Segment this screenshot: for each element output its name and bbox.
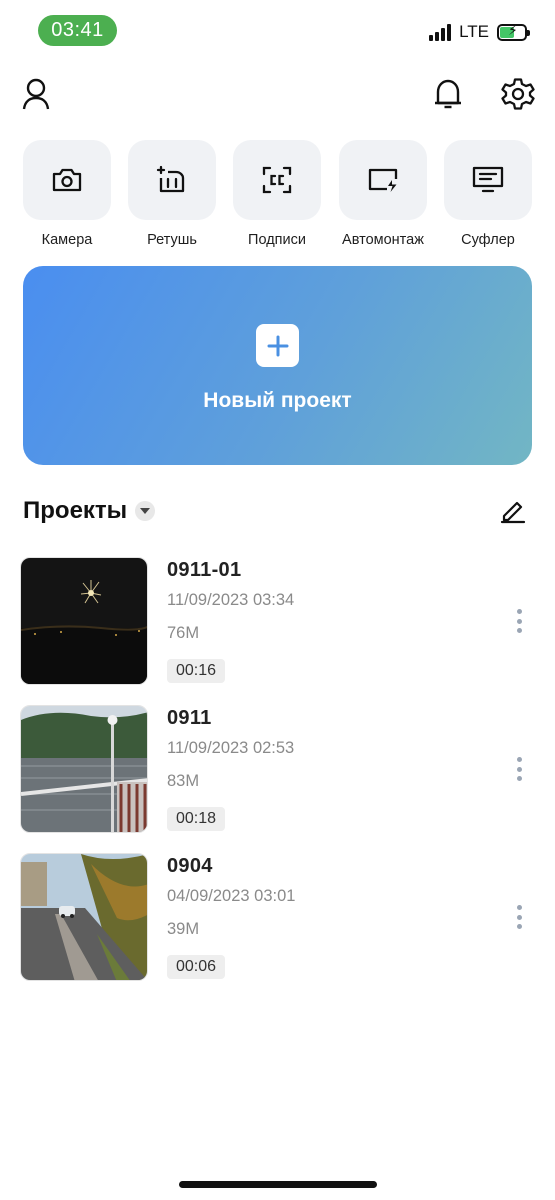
user-icon[interactable] <box>18 76 54 112</box>
status-indicators: LTE ⚡ <box>429 22 530 42</box>
tool-label: Камера <box>41 232 93 248</box>
teleprompter-icon <box>472 166 504 193</box>
app-screen: 03:41 LTE ⚡ Камера Ретушь Подписи Автомо… <box>0 0 555 1200</box>
auto-edit-icon <box>368 168 398 192</box>
project-date: 11/09/2023 02:53 <box>167 739 295 757</box>
edit-icon[interactable] <box>499 496 527 524</box>
tool-auto-edit[interactable]: Автомонтаж <box>339 140 427 249</box>
project-name: 0911 <box>167 707 212 729</box>
tool-camera[interactable]: Камера <box>23 140 111 249</box>
project-item[interactable]: 0911 11/09/2023 02:53 83M 00:18 <box>20 705 535 835</box>
project-size: 76M <box>167 624 200 642</box>
project-item[interactable]: 0904 04/09/2023 03:01 39M 00:06 <box>20 853 535 983</box>
project-meta: 0911-01 11/09/2023 03:34 76M 00:16 <box>167 557 294 683</box>
more-options-icon[interactable] <box>515 905 523 929</box>
more-options-icon[interactable] <box>515 757 523 781</box>
tool-label: Ретушь <box>147 232 197 248</box>
network-type: LTE <box>459 22 489 41</box>
project-duration: 00:06 <box>167 955 226 979</box>
camera-icon <box>52 168 82 192</box>
project-duration: 00:18 <box>167 807 226 831</box>
signal-icon <box>429 23 452 41</box>
tool-camera-button[interactable] <box>23 140 111 220</box>
tool-auto-edit-button[interactable] <box>339 140 427 220</box>
more-options-icon[interactable] <box>515 609 523 633</box>
tool-captions-button[interactable] <box>233 140 321 220</box>
home-indicator[interactable] <box>179 1181 377 1188</box>
new-project-label: Новый проект <box>203 389 352 412</box>
project-meta: 0904 04/09/2023 03:01 39M 00:06 <box>167 853 295 979</box>
chevron-down-icon[interactable] <box>135 501 156 521</box>
project-thumbnail <box>20 557 148 685</box>
project-name: 0904 <box>167 855 213 877</box>
tool-retouch[interactable]: Ретушь <box>128 140 216 249</box>
projects-title: Проекты <box>23 497 128 524</box>
project-thumbnail <box>20 705 148 833</box>
project-date: 11/09/2023 03:34 <box>167 591 295 609</box>
retouch-icon <box>156 165 185 193</box>
project-date: 04/09/2023 03:01 <box>167 887 296 905</box>
tool-label: Суфлер <box>461 232 515 248</box>
gear-icon[interactable] <box>500 76 536 112</box>
project-item[interactable]: 0911-01 11/09/2023 03:34 76M 00:16 <box>20 557 535 687</box>
project-thumbnail <box>20 853 148 981</box>
tool-captions[interactable]: Подписи <box>233 140 321 249</box>
tool-teleprompter-button[interactable] <box>444 140 532 220</box>
tool-label: Автомонтаж <box>342 232 424 248</box>
tool-teleprompter[interactable]: Суфлер <box>444 140 532 249</box>
battery-icon: ⚡ <box>497 23 530 41</box>
new-project-button[interactable]: Новый проект <box>23 266 532 465</box>
plus-icon <box>256 324 299 367</box>
captions-icon <box>262 166 292 194</box>
bell-icon[interactable] <box>430 76 466 112</box>
tool-label: Подписи <box>248 232 306 248</box>
project-size: 83M <box>167 772 200 790</box>
projects-header: Проекты <box>23 497 156 525</box>
project-duration: 00:16 <box>167 659 226 683</box>
status-time: 03:41 <box>38 15 117 46</box>
project-meta: 0911 11/09/2023 02:53 83M 00:18 <box>167 705 294 831</box>
project-name: 0911-01 <box>167 559 242 581</box>
project-size: 39M <box>167 920 200 938</box>
tool-retouch-button[interactable] <box>128 140 216 220</box>
